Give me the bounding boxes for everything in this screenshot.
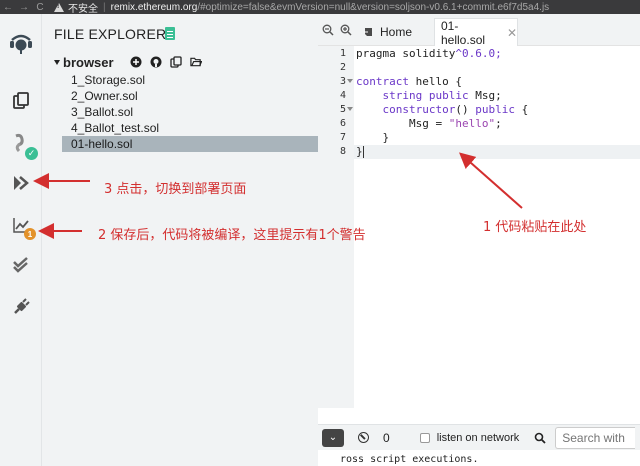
testing-icon[interactable] [8,252,34,278]
annotation-switch-deploy: 3 点击，切换到部署页面 [104,182,247,197]
listen-network-label: listen on network [436,431,520,444]
workspace-row[interactable]: browser [54,54,202,70]
terminal-output: ross script executions. [340,454,479,465]
file-item[interactable]: 1_Storage.sol [62,72,318,88]
line-number: 4 [339,90,346,101]
fold-icon[interactable] [347,79,353,83]
security-label: 不安全 [68,3,98,15]
text-cursor [362,146,364,158]
line-number: 2 [339,62,346,73]
line-number: 3 [318,75,354,89]
code-line-active: } [354,145,640,159]
terminal-toolbar: ⌄ 0 listen on network [318,424,640,450]
analysis-icon[interactable]: 1 [8,212,36,240]
code-area[interactable]: pragma solidity^0.6.0; contract hello { … [354,46,640,159]
listen-network-checkbox[interactable] [419,432,430,443]
workspace-toolbar [130,56,202,68]
annotation-paste-code: 1 代码粘贴在此处 [483,220,587,235]
browser-address-bar: ← → C 不安全 | remix.ethereum.org/#optimize… [0,0,640,14]
line-number: 5 [318,103,354,117]
line-number: 8 [339,146,346,157]
code-line: string public Msg; [382,89,502,102]
close-icon[interactable]: ✕ [507,26,517,40]
code-line: pragma solidity^0.6.0; [356,47,502,60]
tab-home[interactable]: Home [362,20,412,44]
fold-icon[interactable] [347,107,353,111]
forward-arrow-icon[interactable]: → [16,2,32,13]
chevron-down-icon[interactable] [54,59,60,65]
file-item[interactable]: 2_Owner.sol [62,88,318,104]
url-path: /#optimize=false&evmVersion=null&version… [197,1,550,13]
warning-count-badge: 1 [24,228,36,240]
compiler-icon[interactable]: ✓ [8,130,38,160]
code-line: Msg = "hello"; [408,117,502,130]
code-line: constructor() public { [382,103,529,116]
reload-icon[interactable]: C [32,2,48,13]
tab-hello-sol[interactable]: 01-hello.sol ✕ [434,18,518,47]
clear-console-icon[interactable] [358,432,369,443]
zoom-out-icon[interactable] [322,24,334,39]
terminal-search-input[interactable] [555,426,636,449]
editor-panel: Home 01-hello.sol ✕ 1 2 3 4 5 6 7 8 prag… [318,14,640,466]
warning-icon[interactable] [54,2,64,12]
panel-title: FILE EXPLORERS [54,26,176,42]
tab-file-label: 01-hello.sol [441,18,486,47]
search-icon [533,431,547,445]
file-item[interactable]: 4_Ballot_test.sol [62,120,318,136]
deploy-run-icon[interactable] [8,170,34,196]
file-explorer-icon[interactable] [8,88,34,114]
file-list: 1_Storage.sol 2_Owner.sol 3_Ballot.sol 4… [62,72,318,152]
annotation-compile-warning: 2 保存后，代码将被编译，这里提示有1个警告 [98,228,366,243]
code-line: } [382,131,390,144]
line-number: 7 [339,132,346,143]
file-item[interactable]: 3_Ballot.sol [62,104,318,120]
url-domain: remix.ethereum.org [110,1,198,13]
back-arrow-icon[interactable]: ← [0,2,16,13]
open-folder-icon[interactable] [189,56,202,68]
remix-logo-icon[interactable] [8,30,34,56]
zoom-in-icon[interactable] [340,24,352,39]
code-line: contract hello { [356,75,462,88]
tab-home-label: Home [380,25,413,39]
home-icon [364,28,372,36]
url-separator: | [103,1,106,13]
screenshot-root: ← → C 不安全 | remix.ethereum.org/#optimize… [0,0,640,466]
pending-tx-count: 0 [383,430,390,445]
terminal-output-clipped [340,450,540,453]
copy-icon[interactable] [169,56,182,68]
line-number: 6 [339,118,346,129]
url-field[interactable]: remix.ethereum.org/#optimize=false&evmVe… [111,2,550,13]
file-item-selected[interactable]: 01-hello.sol [62,136,318,152]
icon-panel: ✓ 1 [0,14,42,466]
github-icon[interactable] [150,56,162,68]
workspace-label: browser [63,54,114,70]
editor-tabbar: Home 01-hello.sol ✕ [318,14,640,47]
compiled-check-badge: ✓ [25,147,38,160]
documentation-icon[interactable] [165,27,175,40]
plugin-manager-icon[interactable] [8,294,34,320]
terminal-toggle-button[interactable]: ⌄ [322,428,344,447]
line-number: 1 [339,48,346,59]
add-file-icon[interactable] [130,56,142,68]
